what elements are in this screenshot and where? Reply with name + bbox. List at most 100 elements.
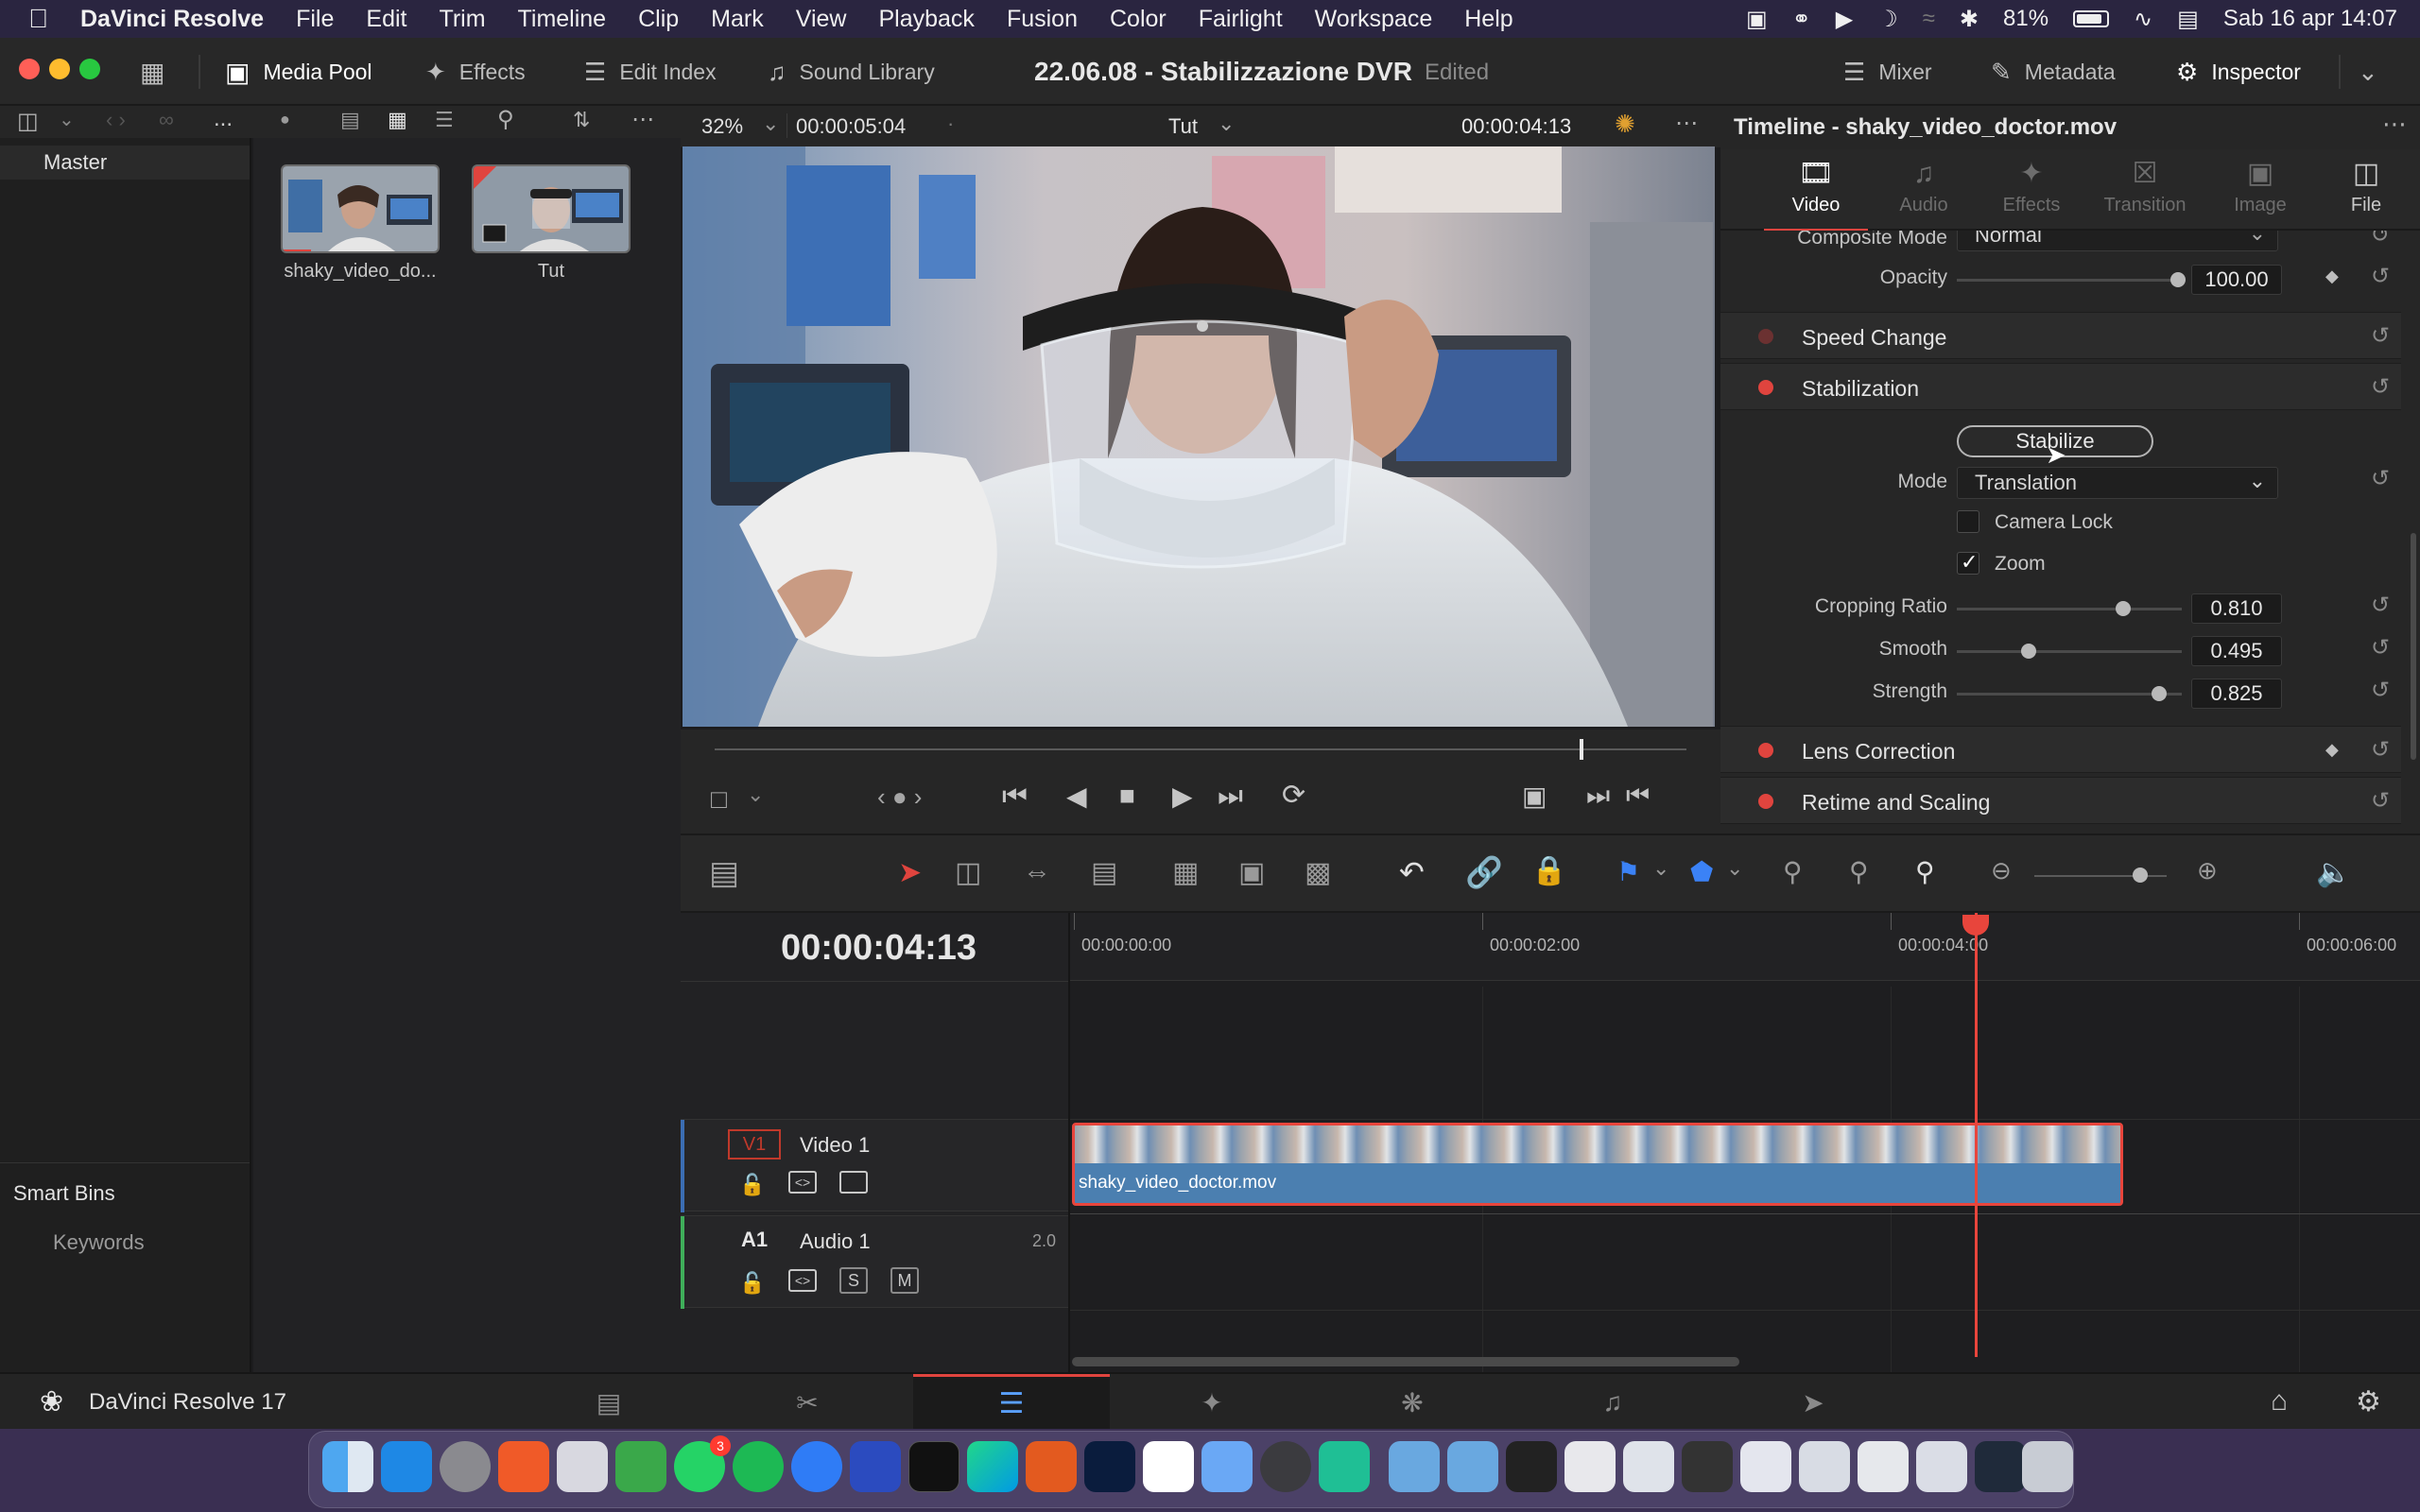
spotify-icon[interactable] — [733, 1441, 784, 1492]
auto-select-icon[interactable]: <> — [788, 1171, 817, 1194]
scrubber-track[interactable] — [715, 748, 1686, 750]
window-close-button[interactable] — [19, 59, 40, 79]
mode-dropdown[interactable]: Translation ⌄ — [1957, 467, 2278, 499]
marker-icon[interactable]: ⬟ — [1690, 856, 1713, 887]
launchpad-icon[interactable] — [557, 1441, 608, 1492]
record-dot-icon[interactable]: ● — [280, 110, 290, 129]
zoom-checkbox[interactable]: ✓ — [1957, 550, 1979, 575]
selection-tool-icon[interactable]: ➤ — [898, 856, 922, 889]
notion-icon[interactable] — [1143, 1441, 1194, 1492]
reset-icon[interactable]: ↺ — [2371, 736, 2390, 764]
menu-trim[interactable]: Trim — [423, 6, 501, 33]
tab-effects[interactable]: ✦ Effects — [1979, 157, 2083, 216]
tab-transition[interactable]: ☒ Transition — [2093, 157, 2197, 216]
loop-icon[interactable]: ⟳ — [1282, 779, 1305, 812]
tab-video[interactable]: 🎞 Video — [1764, 157, 1868, 232]
play-icon[interactable]: ▶ — [1172, 781, 1193, 812]
recent-window-icon[interactable] — [1799, 1441, 1850, 1492]
zoom-in-icon[interactable]: ⊕ — [2197, 856, 2218, 885]
viewer-more-icon[interactable]: ⋯ — [1675, 110, 1698, 137]
recent-window-icon[interactable] — [1740, 1441, 1791, 1492]
media-pool-more[interactable]: ... — [214, 106, 233, 132]
camera-lock-checkbox[interactable] — [1957, 510, 1979, 533]
keyframe-diamond-icon[interactable]: ◆ — [2325, 740, 2339, 760]
strength-slider-track[interactable] — [1957, 693, 2182, 696]
stabilization-section[interactable]: Stabilization ↺ — [1720, 363, 2401, 410]
inspector-more-icon[interactable]: ⋯ — [2382, 110, 2407, 139]
sort-icon[interactable]: ⇅ — [573, 108, 590, 132]
strength-value-field[interactable]: 0.825 — [2191, 679, 2282, 709]
lock-icon[interactable]: 🔓 — [739, 1271, 765, 1296]
moon-icon[interactable]: ☽ — [1877, 6, 1898, 33]
keyframe-diamond-icon[interactable]: ◆ — [2325, 266, 2339, 286]
timeline-tracks-area[interactable]: 00:00:00:00 00:00:02:00 00:00:04:00 00:0… — [1070, 913, 2420, 1372]
wifi-icon[interactable]: ∿ — [2134, 6, 2152, 33]
recent-window-icon[interactable] — [1506, 1441, 1557, 1492]
menu-app-name[interactable]: DaVinci Resolve — [64, 6, 280, 33]
auto-select-icon[interactable]: <> — [788, 1269, 817, 1292]
panel-layout-icon[interactable]: ▦ — [140, 38, 164, 106]
clion-icon[interactable] — [967, 1441, 1018, 1492]
recent-window-icon[interactable] — [1916, 1441, 1967, 1492]
strength-slider-knob[interactable] — [2152, 686, 2167, 701]
menu-fusion[interactable]: Fusion — [991, 6, 1094, 33]
control-center-icon[interactable]: ▤ — [2177, 6, 2199, 33]
menu-playback[interactable]: Playback — [862, 6, 990, 33]
v1-track-tag[interactable]: V1 — [728, 1129, 781, 1160]
video-clip[interactable]: shaky_video_doctor.mov — [1072, 1123, 2123, 1206]
glasses-icon[interactable]: ⚭ — [1792, 6, 1811, 33]
blade-tool-icon[interactable]: ▤ — [1091, 856, 1117, 889]
smooth-slider-track[interactable] — [1957, 650, 2182, 653]
metadata-view-icon[interactable]: ▤ — [340, 108, 360, 132]
cropping-ratio-value-field[interactable]: 0.810 — [2191, 593, 2282, 624]
transform-chevron-icon[interactable]: ⌄ — [747, 782, 764, 807]
page-fusion[interactable]: ✦ — [1114, 1374, 1310, 1431]
window-zoom-button[interactable] — [79, 59, 100, 79]
page-media[interactable]: ▤ — [510, 1374, 707, 1431]
home-icon[interactable]: ⌂ — [2271, 1385, 2288, 1418]
cropping-ratio-slider-track[interactable] — [1957, 608, 2182, 610]
reset-icon[interactable]: ↺ — [2371, 592, 2390, 619]
recent-window-icon[interactable] — [1623, 1441, 1674, 1492]
chevron-down-icon[interactable]: ⌄ — [59, 108, 75, 131]
inspector-scrollbar[interactable] — [2411, 533, 2416, 760]
timeline-zoom-slider-knob[interactable] — [2133, 868, 2148, 883]
lock-icon[interactable]: 🔓 — [739, 1173, 765, 1197]
sync-app-icon[interactable] — [615, 1441, 666, 1492]
scrubber-playhead[interactable] — [1579, 739, 1583, 760]
volume-icon[interactable]: 🔈 — [2316, 856, 2351, 889]
reset-icon[interactable]: ↺ — [2371, 465, 2390, 492]
jog-control-icon[interactable]: ‹ ● › — [877, 782, 922, 812]
timecode-ruler[interactable]: 00:00:00:00 00:00:02:00 00:00:04:00 00:0… — [1070, 913, 2420, 981]
reset-icon[interactable]: ↺ — [2371, 263, 2390, 290]
thumbnail-view-icon[interactable]: ▦ — [388, 108, 407, 132]
list-view-icon[interactable]: ☰ — [435, 108, 454, 132]
smooth-value-field[interactable]: 0.495 — [2191, 636, 2282, 666]
snapping-icon[interactable]: ↶ — [1399, 854, 1425, 890]
mute-button[interactable]: M — [890, 1267, 919, 1294]
media-pool-button[interactable]: ▣ Media Pool — [225, 38, 372, 106]
position-lock-icon[interactable]: 🔒 — [1531, 854, 1566, 887]
lens-correction-toggle[interactable] — [1758, 743, 1773, 758]
menu-help[interactable]: Help — [1448, 6, 1529, 33]
smart-bin-keywords[interactable]: Keywords — [53, 1230, 145, 1255]
reset-icon[interactable]: ↺ — [2371, 373, 2390, 401]
video-track-name[interactable]: Video 1 — [800, 1133, 870, 1158]
timeline-view-options-icon[interactable]: ▤ — [709, 854, 739, 892]
go-to-end-icon[interactable]: ⏭ — [1218, 781, 1243, 813]
flag-icon[interactable]: ⚑ — [1616, 856, 1640, 887]
audio-track-name[interactable]: Audio 1 — [800, 1229, 871, 1254]
brave-icon[interactable] — [498, 1441, 549, 1492]
page-cut[interactable]: ✂ — [709, 1374, 906, 1431]
edit-index-button[interactable]: ☰ Edit Index — [584, 38, 717, 106]
play-reverse-icon[interactable]: ◀ — [1066, 781, 1087, 812]
metadata-button[interactable]: ✎ Metadata — [1991, 38, 2116, 106]
menu-clip[interactable]: Clip — [622, 6, 695, 33]
cropping-ratio-slider-knob[interactable] — [2116, 601, 2131, 616]
page-fairlight[interactable]: ♫ — [1514, 1374, 1711, 1431]
reset-icon[interactable]: ↺ — [2371, 677, 2390, 704]
timeline-selector[interactable]: Tut — [1168, 114, 1198, 139]
replace-clip-icon[interactable]: ▩ — [1305, 856, 1331, 889]
more-options-icon[interactable]: ⋯ — [631, 106, 654, 133]
timeline-scrollbar[interactable] — [1072, 1357, 1739, 1366]
